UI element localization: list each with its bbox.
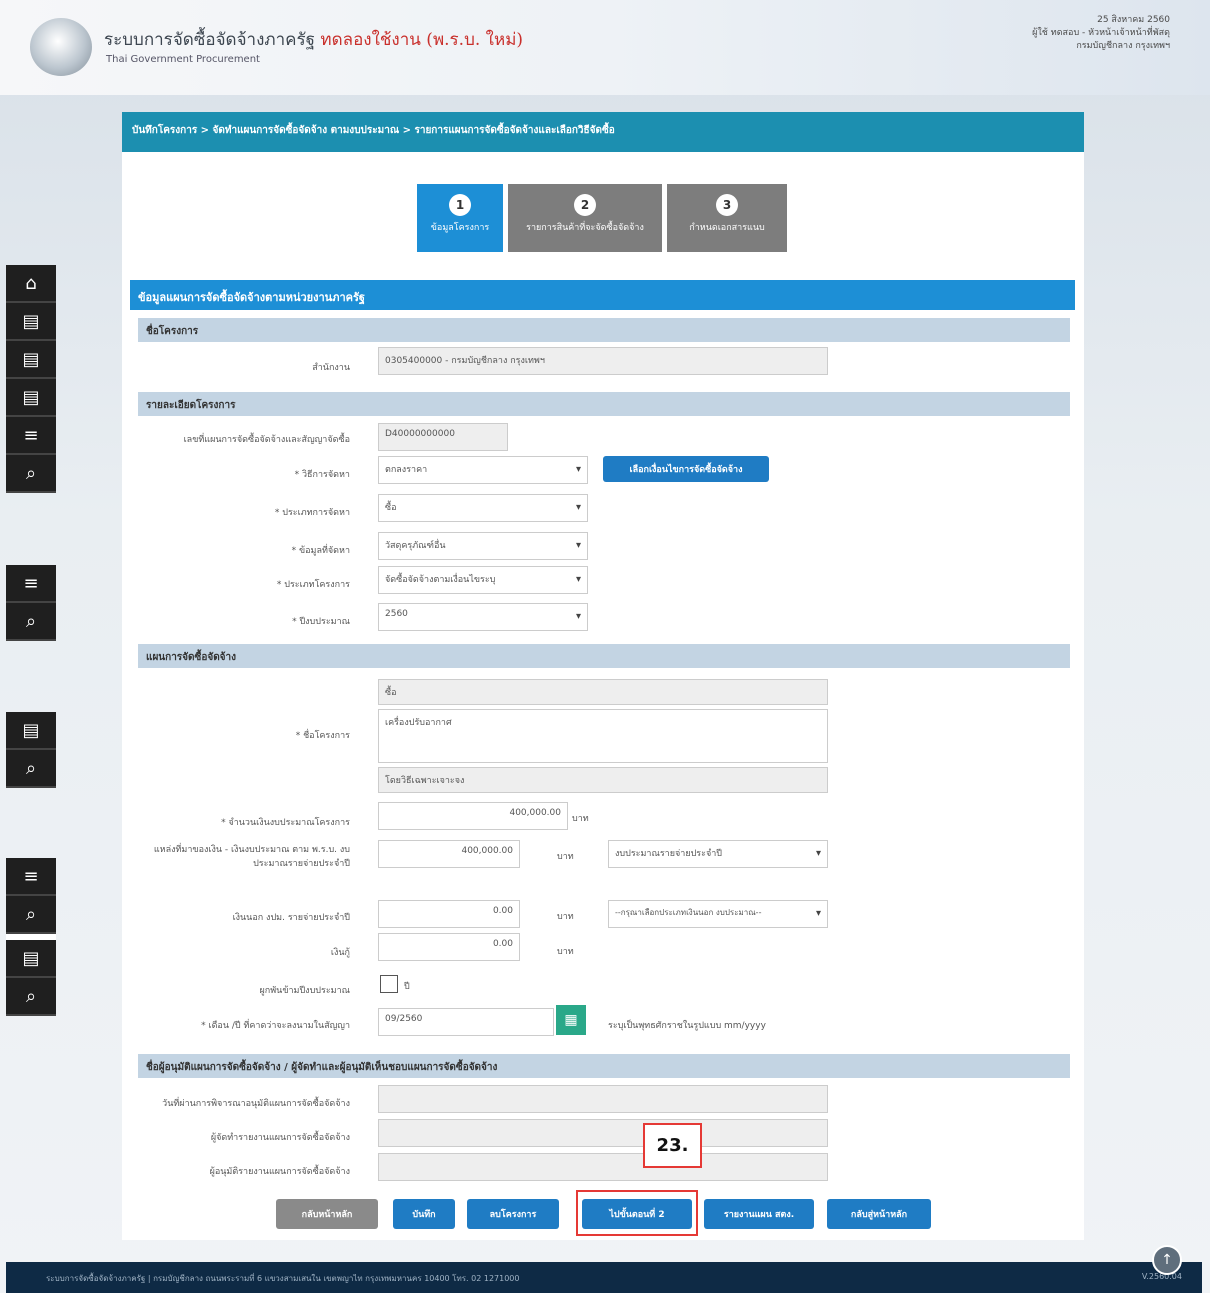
project-type-label: * ประเภทโครงการ [276, 580, 350, 590]
subhead-agency: ชื่อโครงการ [138, 318, 1070, 342]
app-title: ระบบการจัดซื้อจัดจ้างภาครัฐ ทดลองใช้งาน … [104, 26, 523, 53]
scroll-top-icon[interactable]: ↑ [1152, 1245, 1182, 1275]
footer-text: ระบบการจัดซื้อจัดจ้างภาครัฐ | กรมบัญชีกล… [46, 1274, 520, 1283]
left-nav-group-3: ▤ ⌕ [6, 712, 56, 788]
calendar-icon[interactable]: ▦ [556, 1005, 586, 1035]
current-date: 25 สิงหาคม 2560 [1097, 15, 1170, 25]
main-page-button[interactable]: กลับสู่หน้าหลัก [827, 1199, 931, 1229]
list-icon[interactable]: ≡ [6, 417, 56, 455]
delete-project-button[interactable]: ลบโครงการ [467, 1199, 559, 1229]
agency-field: 0305400000 - กรมบัญชีกลาง กรุงเทพฯ [378, 347, 828, 375]
other-unit: บาท [557, 912, 574, 922]
app-title-text: ระบบการจัดซื้อจัดจ้างภาครัฐ [104, 30, 316, 50]
environment-label: ทดลองใช้งาน (พ.ร.บ. ใหม่) [320, 30, 524, 50]
multiyear-label: ผูกพันข้ามปีงบประมาณ [259, 986, 350, 996]
amount-label: * จำนวนเงินงบประมาณโครงการ [221, 818, 350, 828]
approver3-label: ผู้อนุมัติรายงานแผนการจัดซื้อจัดจ้าง [209, 1167, 350, 1177]
step-callout: 23. [643, 1123, 702, 1168]
garuda-logo-icon [30, 18, 92, 76]
app-header: ระบบการจัดซื้อจัดจ้างภาครัฐ ทดลองใช้งาน … [0, 0, 1210, 95]
menu-icon[interactable]: ▤ [6, 712, 56, 750]
loan-amount-input[interactable]: 0.00 [378, 933, 520, 961]
approver1-label: วันที่ผ่านการพิจารณาอนุมัติแผนการจัดซื้อ… [162, 1099, 350, 1109]
budget-year-label: * ปีงบประมาณ [292, 617, 350, 627]
project-prefix-field: ซื้อ [378, 679, 828, 705]
date-input[interactable]: 09/2560 [378, 1008, 554, 1036]
source-select[interactable]: งบประมาณรายจ่ายประจำปี [608, 840, 828, 868]
category-select[interactable]: วัสดุครุภัณฑ์อื่น [378, 532, 588, 560]
method-label: * วิธีการจัดหา [294, 470, 350, 480]
step-number: 1 [449, 194, 471, 216]
project-name-label: * ชื่อโครงการ [295, 731, 350, 741]
back-button[interactable]: กลับหน้าหลัก [276, 1199, 378, 1229]
approver1-field [378, 1085, 828, 1113]
loan-unit: บาท [557, 947, 574, 957]
agency-label: สำนักงาน [312, 363, 350, 373]
search-icon[interactable]: ⌕ [6, 978, 56, 1016]
approver2-label: ผู้จัดทำรายงานแผนการจัดซื้อจัดจ้าง [210, 1133, 350, 1143]
report-button[interactable]: รายงานแผน สตง. [704, 1199, 814, 1229]
step-label: ข้อมูลโครงการ [430, 223, 490, 233]
other-label: เงินนอก งปม. รายจ่ายประจำปี [232, 913, 350, 923]
list-icon[interactable]: ≡ [6, 565, 56, 603]
step-2-tab[interactable]: 2 รายการสินค้าที่จะจัดซื้อจัดจ้าง [508, 184, 662, 252]
user-org: กรมบัญชีกลาง กรุงเทพฯ [1076, 41, 1170, 51]
plan-no-label: เลขที่แผนการจัดซื้อจัดจ้างและสัญญาจัดซื้… [183, 435, 350, 445]
approver2-field [378, 1119, 828, 1147]
user-name[interactable]: ผู้ใช้ ทดสอบ - หัวหน้าเจ้าหน้าที่พัสดุ [1032, 27, 1170, 40]
amount-unit: บาท [572, 814, 589, 824]
footer: ระบบการจัดซื้อจัดจ้างภาครัฐ | กรมบัญชีกล… [6, 1262, 1202, 1293]
search-icon[interactable]: ⌕ [6, 896, 56, 934]
left-nav-group-2: ≡ ⌕ [6, 565, 56, 641]
step-3-tab[interactable]: 3 กำหนดเอกสารแนบ [667, 184, 787, 252]
step-number: 2 [574, 194, 596, 216]
other-select[interactable]: --กรุณาเลือกประเภทเงินนอก งบประมาณ-- [608, 900, 828, 928]
menu-icon[interactable]: ▤ [6, 341, 56, 379]
date-label: * เดือน /ปี ที่คาดว่าจะลงนามในสัญญา [201, 1021, 350, 1031]
project-suffix-field: โดยวิธีเฉพาะเจาะจง [378, 767, 828, 793]
multiyear-checkbox[interactable] [380, 975, 398, 993]
multiyear-check-label: ปี [404, 982, 410, 992]
menu-icon[interactable]: ▤ [6, 379, 56, 417]
app-subtitle: Thai Government Procurement [106, 54, 260, 65]
approver3-field [378, 1153, 828, 1181]
step-label: รายการสินค้าที่จะจัดซื้อจัดจ้าง [526, 223, 644, 233]
source-amount-input[interactable]: 400,000.00 [378, 840, 520, 868]
type-select[interactable]: ซื้อ [378, 494, 588, 522]
subhead-details: รายละเอียดโครงการ [138, 392, 1070, 416]
plan-no-field: D40000000000 [378, 423, 508, 451]
step-number: 3 [716, 194, 738, 216]
method-select[interactable]: ตกลงราคา [378, 456, 588, 484]
type-label: * ประเภทการจัดหา [274, 508, 350, 518]
select-condition-button[interactable]: เลือกเงื่อนไขการจัดซื้อจัดจ้าง [603, 456, 769, 482]
budget-year-select[interactable]: 2560 [378, 603, 588, 631]
list-icon[interactable]: ≡ [6, 858, 56, 896]
search-icon[interactable]: ⌕ [6, 750, 56, 788]
source-unit: บาท [557, 852, 574, 862]
left-nav-group-1: ⌂ ▤ ▤ ▤ ≡ ⌕ [6, 265, 56, 493]
menu-icon[interactable]: ▤ [6, 940, 56, 978]
section-title: ข้อมูลแผนการจัดซื้อจัดจ้างตามหน่วยงานภาค… [130, 280, 1075, 310]
amount-input[interactable]: 400,000.00 [378, 802, 568, 830]
left-nav-group-4: ≡ ⌕ ▤ ⌕ [6, 858, 56, 1016]
search-icon[interactable]: ⌕ [6, 455, 56, 493]
search-icon[interactable]: ⌕ [6, 603, 56, 641]
step-label: กำหนดเอกสารแนบ [689, 223, 765, 233]
breadcrumb: บันทึกโครงการ > จัดทำแผนการจัดซื้อจัดจ้า… [122, 112, 1084, 152]
menu-icon[interactable]: ▤ [6, 303, 56, 341]
user-info: 25 สิงหาคม 2560 ผู้ใช้ ทดสอบ - หัวหน้าเจ… [1032, 14, 1170, 53]
date-hint: ระบุเป็นพุทธศักราชในรูปแบบ mm/yyyy [608, 1021, 766, 1031]
highlight-box [576, 1190, 698, 1236]
step-1-tab[interactable]: 1 ข้อมูลโครงการ [417, 184, 503, 252]
project-type-select[interactable]: จัดซื้อจัดจ้างตามเงื่อนไขระบุ [378, 566, 588, 594]
home-icon[interactable]: ⌂ [6, 265, 56, 303]
project-name-textarea[interactable]: เครื่องปรับอากาศ [378, 709, 828, 763]
source-label: แหล่งที่มาของเงิน - เงินงบประมาณ ตาม พ.ร… [153, 845, 350, 869]
subhead-plan: แผนการจัดซื้อจัดจ้าง [138, 644, 1070, 668]
save-button[interactable]: บันทึก [393, 1199, 455, 1229]
other-amount-input[interactable]: 0.00 [378, 900, 520, 928]
category-label: * ข้อมูลที่จัดหา [291, 546, 350, 556]
subhead-approver: ชื่อผู้อนุมัติแผนการจัดซื้อจัดจ้าง / ผู้… [138, 1054, 1070, 1078]
loan-label: เงินกู้ [330, 948, 350, 958]
